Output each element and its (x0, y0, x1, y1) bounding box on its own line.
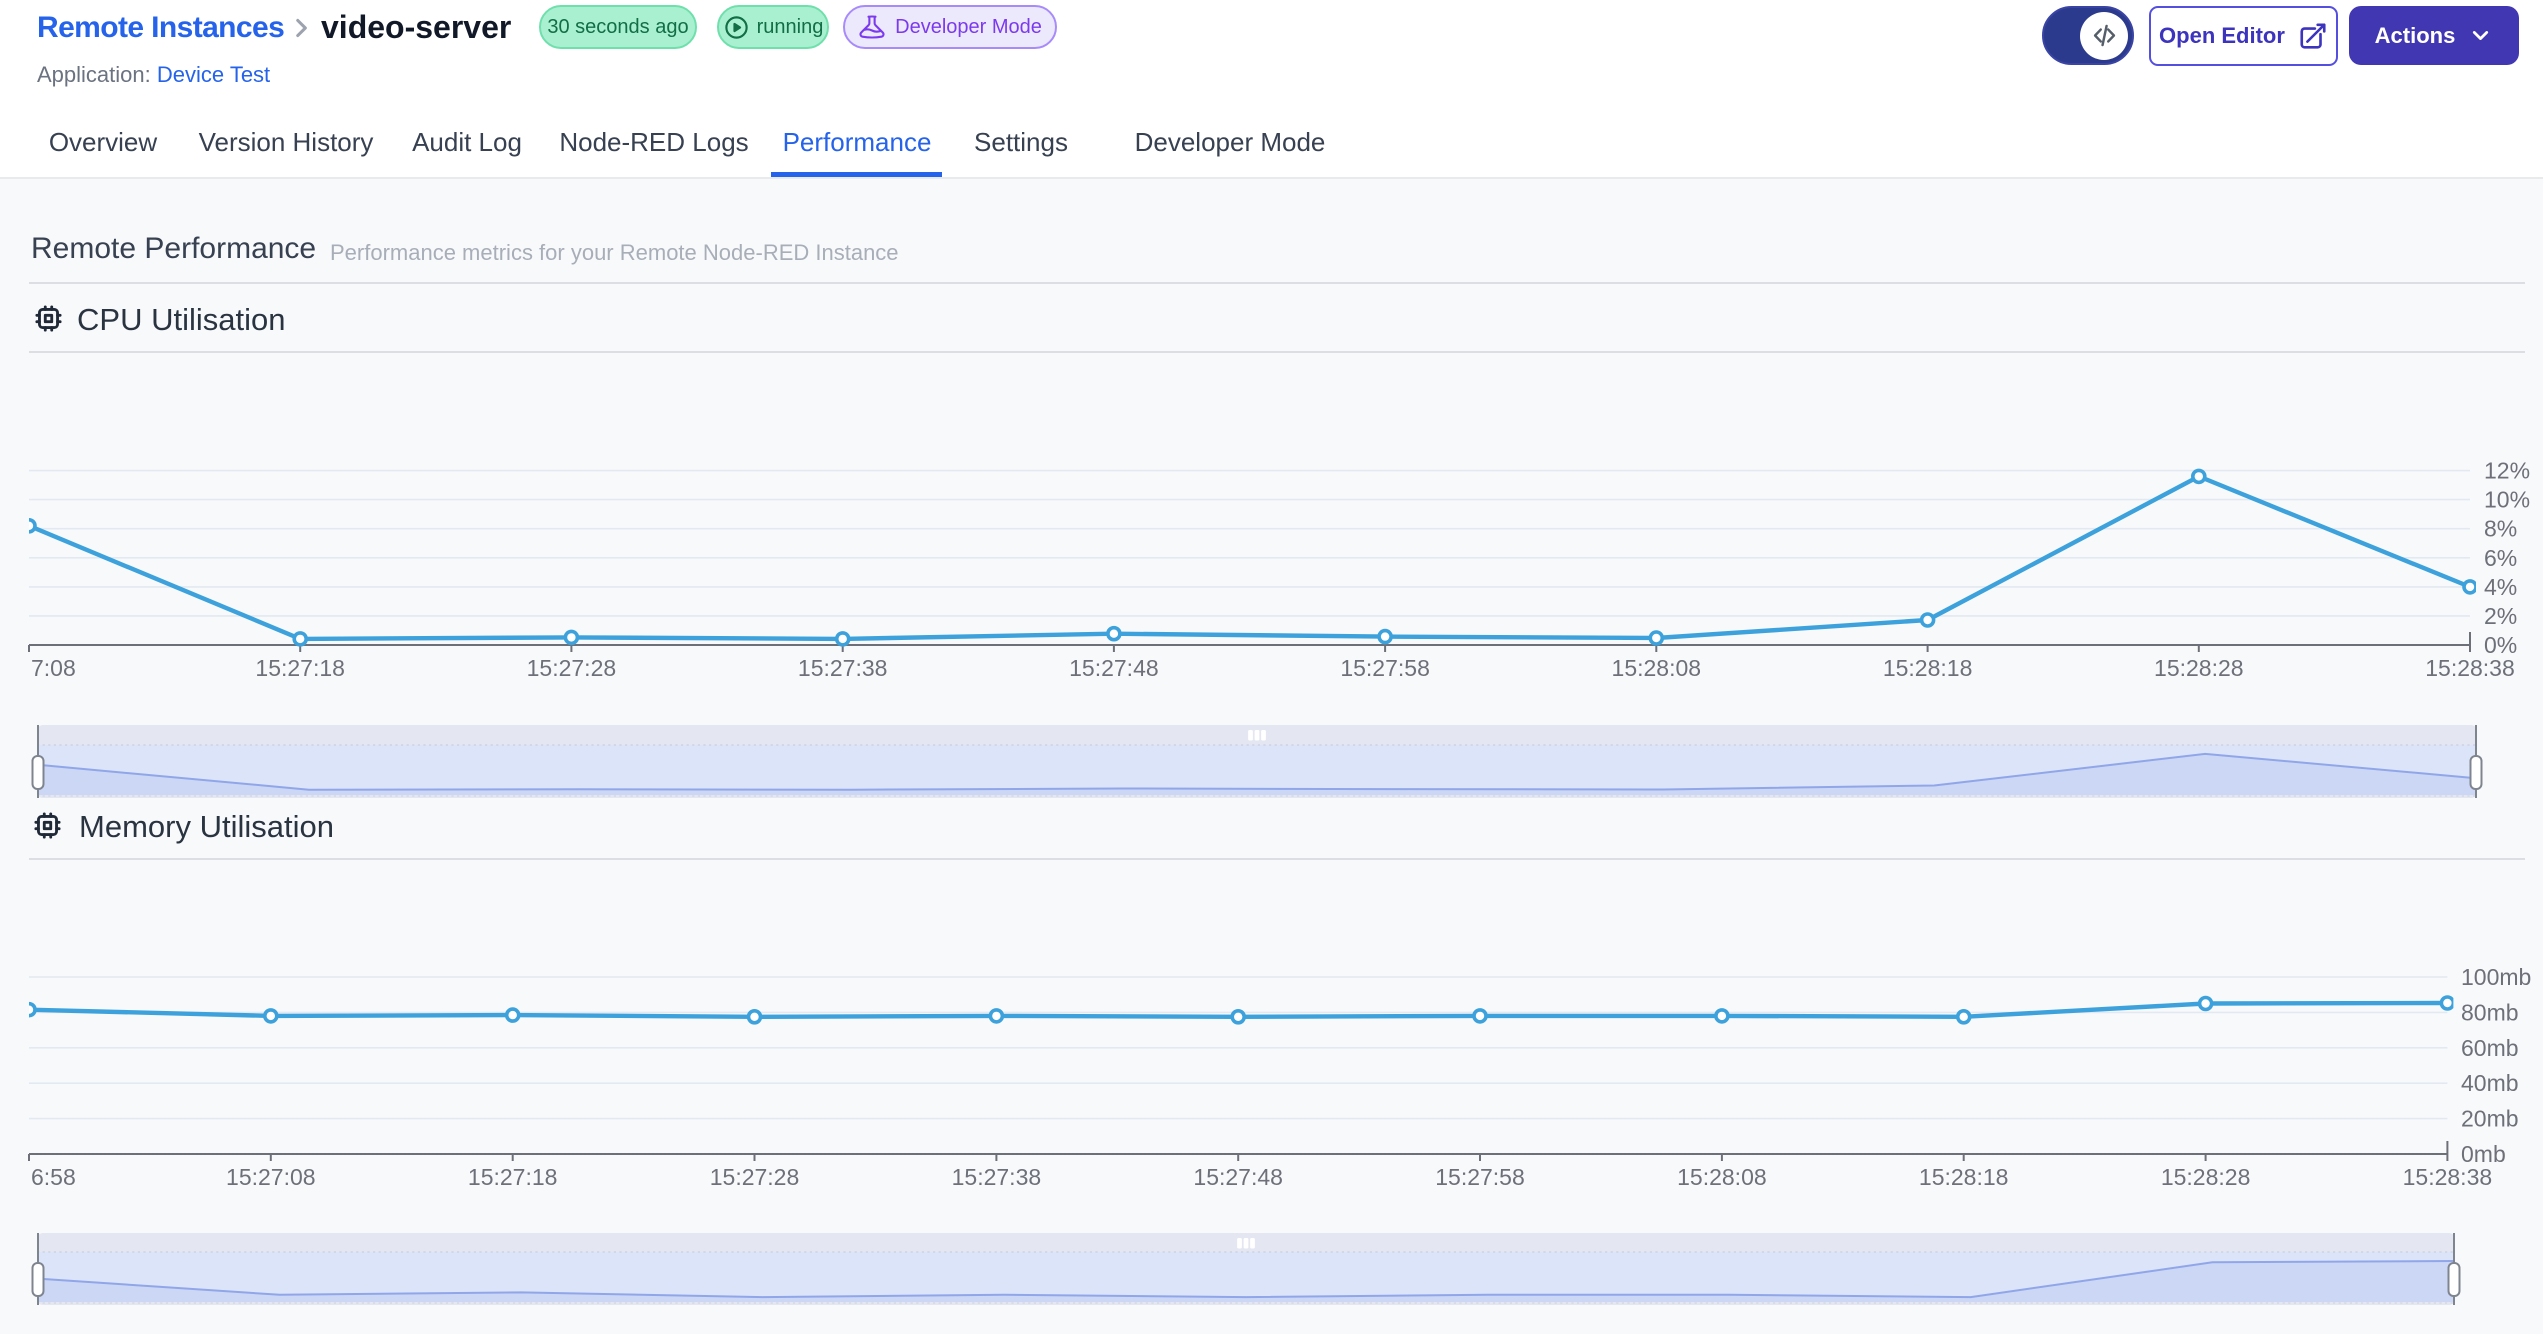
svg-text:15:27:58: 15:27:58 (1435, 1164, 1525, 1190)
svg-text:15:27:58: 15:27:58 (1340, 655, 1430, 681)
svg-text:15:27:48: 15:27:48 (1193, 1164, 1283, 1190)
svg-text:8%: 8% (2484, 516, 2517, 542)
svg-text:15:28:28: 15:28:28 (2154, 655, 2244, 681)
svg-text:6:58: 6:58 (31, 1164, 76, 1190)
svg-text:15:28:18: 15:28:18 (1883, 655, 1973, 681)
svg-text:6%: 6% (2484, 545, 2517, 571)
svg-text:15:27:38: 15:27:38 (798, 655, 888, 681)
svg-text:100mb: 100mb (2461, 964, 2531, 990)
svg-text:60mb: 60mb (2461, 1035, 2519, 1061)
svg-text:15:27:18: 15:27:18 (468, 1164, 558, 1190)
svg-text:15:28:08: 15:28:08 (1612, 655, 1702, 681)
svg-text:15:28:38: 15:28:38 (2425, 655, 2515, 681)
svg-text:15:27:38: 15:27:38 (952, 1164, 1042, 1190)
svg-text:15:27:18: 15:27:18 (255, 655, 345, 681)
svg-text:15:28:18: 15:28:18 (1919, 1164, 2009, 1190)
svg-text:20mb: 20mb (2461, 1106, 2519, 1132)
svg-text:4%: 4% (2484, 574, 2517, 600)
svg-text:15:27:28: 15:27:28 (527, 655, 617, 681)
svg-text:12%: 12% (2484, 458, 2530, 484)
svg-text:80mb: 80mb (2461, 999, 2519, 1025)
svg-text:40mb: 40mb (2461, 1070, 2519, 1096)
svg-text:10%: 10% (2484, 487, 2530, 513)
svg-text:15:27:08: 15:27:08 (226, 1164, 316, 1190)
svg-text:15:28:38: 15:28:38 (2403, 1164, 2493, 1190)
svg-text:7:08: 7:08 (31, 655, 76, 681)
svg-text:15:27:48: 15:27:48 (1069, 655, 1159, 681)
svg-text:15:28:08: 15:28:08 (1677, 1164, 1767, 1190)
svg-text:2%: 2% (2484, 603, 2517, 629)
svg-text:15:27:28: 15:27:28 (710, 1164, 800, 1190)
svg-text:15:28:28: 15:28:28 (2161, 1164, 2251, 1190)
